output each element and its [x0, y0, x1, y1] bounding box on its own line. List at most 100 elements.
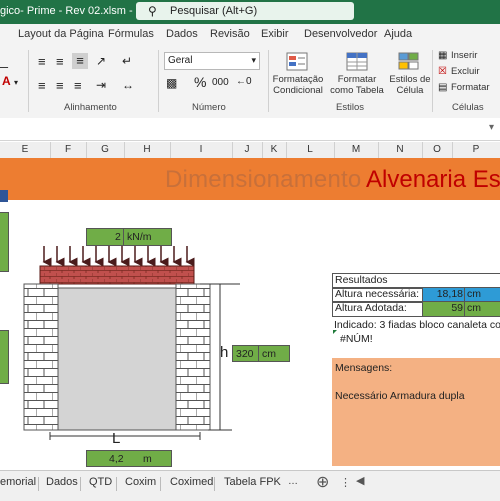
cell-styles-button[interactable]: Estilos de Célula	[386, 74, 434, 96]
thousands-button[interactable]: 000	[212, 77, 229, 88]
insert-button[interactable]: Inserir	[451, 50, 477, 61]
group-label-alignment: Alinhamento	[64, 102, 117, 113]
banner-title-part2: Alvenaria Est	[366, 166, 500, 193]
column-header-G[interactable]: G	[86, 142, 125, 158]
left-green-cells[interactable]	[0, 212, 9, 272]
column-header-I[interactable]: I	[170, 142, 233, 158]
insert-icon[interactable]: ▦	[438, 50, 447, 61]
sheet-tab-coxim[interactable]: Coxim	[125, 476, 156, 488]
ribbon-tabs: Layout da Página Fórmulas Dados Revisão …	[0, 24, 500, 46]
results-unit-adopted: cm	[464, 301, 500, 317]
conditional-format-icon[interactable]	[286, 52, 310, 72]
format-table-button[interactable]: Formatar como Tabela	[326, 74, 388, 96]
scroll-menu-icon[interactable]: ⋮	[340, 476, 351, 489]
error-indicator-icon	[333, 330, 337, 334]
add-sheet-icon[interactable]: ⊕	[316, 472, 329, 492]
format-button[interactable]: Formatar	[451, 82, 490, 93]
opening	[57, 287, 177, 431]
font-color-icon[interactable]: A	[2, 74, 11, 88]
blue-cell-fragment	[0, 190, 8, 202]
banner-title-part1: Dimensionamento	[165, 166, 362, 193]
left-green-cells-lower[interactable]	[0, 330, 9, 384]
wrap-text-icon[interactable]: ↵	[122, 54, 132, 68]
currency-icon[interactable]: ▩	[166, 76, 177, 90]
column-header-H[interactable]: H	[124, 142, 171, 158]
column-header-F[interactable]: F	[50, 142, 87, 158]
group-label-styles: Estilos	[336, 102, 364, 113]
column-header-E[interactable]: E	[0, 142, 51, 158]
group-label-cells: Células	[452, 102, 484, 113]
align-top-icon[interactable]: ≡	[38, 54, 46, 69]
search-placeholder: Pesquisar (Alt+G)	[170, 5, 258, 17]
format-icon[interactable]: ▤	[438, 82, 447, 93]
merge-icon[interactable]: ↔	[122, 78, 134, 92]
align-left-icon[interactable]: ≡	[38, 78, 46, 93]
tab-help[interactable]: Ajuda	[384, 28, 412, 40]
chevron-down-icon[interactable]: ▾	[14, 78, 18, 87]
format-table-icon[interactable]	[346, 52, 370, 72]
cell-styles-icon[interactable]	[398, 52, 422, 72]
sheet-tab-coximed[interactable]: Coximed	[170, 476, 213, 488]
delete-button[interactable]: Excluir	[451, 66, 480, 77]
length-unit: m	[143, 453, 152, 465]
conditional-format-button[interactable]: Formatação Condicional	[270, 74, 326, 96]
tab-developer[interactable]: Desenvolvedor	[304, 28, 377, 40]
delete-icon[interactable]: ☒	[438, 66, 447, 77]
orientation-icon[interactable]: ↗	[96, 54, 106, 68]
left-wall	[23, 283, 59, 431]
load-arrows	[42, 246, 195, 267]
decimal-increase-icon[interactable]: ←0	[236, 76, 252, 87]
column-header-O[interactable]: O	[422, 142, 453, 158]
column-header-P[interactable]: P	[452, 142, 500, 158]
search-box[interactable]: ⚲ Pesquisar (Alt+G)	[136, 2, 354, 20]
more-tabs-icon[interactable]: …	[288, 476, 298, 487]
column-header-L[interactable]: L	[286, 142, 335, 158]
align-bottom-icon[interactable]: ≡	[72, 53, 88, 69]
search-icon: ⚲	[148, 4, 157, 18]
number-format-select[interactable]: Geral ▾	[164, 52, 260, 70]
chevron-down-icon: ▾	[251, 55, 256, 65]
tab-formulas[interactable]: Fórmulas	[108, 28, 154, 40]
chevron-down-icon[interactable]: ▾	[489, 122, 494, 133]
alignment-controls: ≡ ≡ ≡ ↗ ↵ ≡ ≡ ≡ ⇥ ↔	[38, 53, 158, 104]
column-header-J[interactable]: J	[232, 142, 263, 158]
height-unit: cm	[262, 348, 276, 360]
results-value-adopted[interactable]: 59	[422, 301, 466, 317]
lintel-beam	[39, 265, 195, 285]
indent-icon[interactable]: ⇥	[96, 78, 106, 92]
results-indicated: Indicado: 3 fiadas bloco canaleta com a	[334, 319, 500, 331]
results-error: #NÚM!	[340, 333, 373, 345]
title-banner: Dimensionamento Alvenaria Est	[0, 158, 500, 200]
height-value: 320	[236, 348, 254, 360]
tab-page-layout[interactable]: Layout da Página	[18, 28, 104, 40]
formula-bar[interactable]: ▾	[0, 118, 500, 141]
results-label-adopted: Altura Adotada:	[332, 301, 424, 317]
length-input[interactable]: 4,2 m	[86, 450, 172, 467]
wall-diagram	[23, 246, 240, 440]
scroll-left-icon[interactable]: ◀	[356, 474, 364, 487]
column-header-N[interactable]: N	[378, 142, 423, 158]
messages-header: Mensagens:	[335, 362, 393, 374]
messages-panel: Mensagens: Necessário Armadura dupla	[332, 358, 500, 466]
sheet-tabs: emorial Dados QTD Coxim Coximed Tabela F…	[0, 470, 500, 501]
tab-review[interactable]: Revisão	[210, 28, 250, 40]
percent-button[interactable]: %	[194, 74, 206, 90]
length-value: 4,2	[109, 453, 124, 465]
messages-text: Necessário Armadura dupla	[335, 390, 465, 402]
column-header-M[interactable]: M	[334, 142, 379, 158]
height-input[interactable]: 320 cm	[232, 345, 290, 362]
group-label-number: Número	[192, 102, 226, 113]
column-header-K[interactable]: K	[262, 142, 287, 158]
tab-view[interactable]: Exibir	[261, 28, 289, 40]
align-middle-icon[interactable]: ≡	[56, 54, 64, 69]
align-center-icon[interactable]: ≡	[56, 78, 64, 93]
title-bar: gico- Prime - Rev 02.xlsm - Excel ⚲ Pesq…	[0, 0, 500, 24]
tab-data[interactable]: Dados	[166, 28, 198, 40]
sheet-tab-memorial[interactable]: emorial	[0, 476, 36, 488]
sheet-tab-qtd[interactable]: QTD	[89, 476, 112, 488]
align-right-icon[interactable]: ≡	[74, 78, 82, 93]
ribbon: ̲ A ▾ ≡ ≡ ≡ ↗ ↵ ≡ ≡ ≡ ⇥ ↔ Alinhamento Ge…	[0, 46, 500, 119]
column-headers: E F G H I J K L M N O P	[0, 142, 500, 159]
sheet-tab-dados[interactable]: Dados	[46, 476, 78, 488]
sheet-tab-tabela-fpk[interactable]: Tabela FPK	[224, 476, 281, 488]
